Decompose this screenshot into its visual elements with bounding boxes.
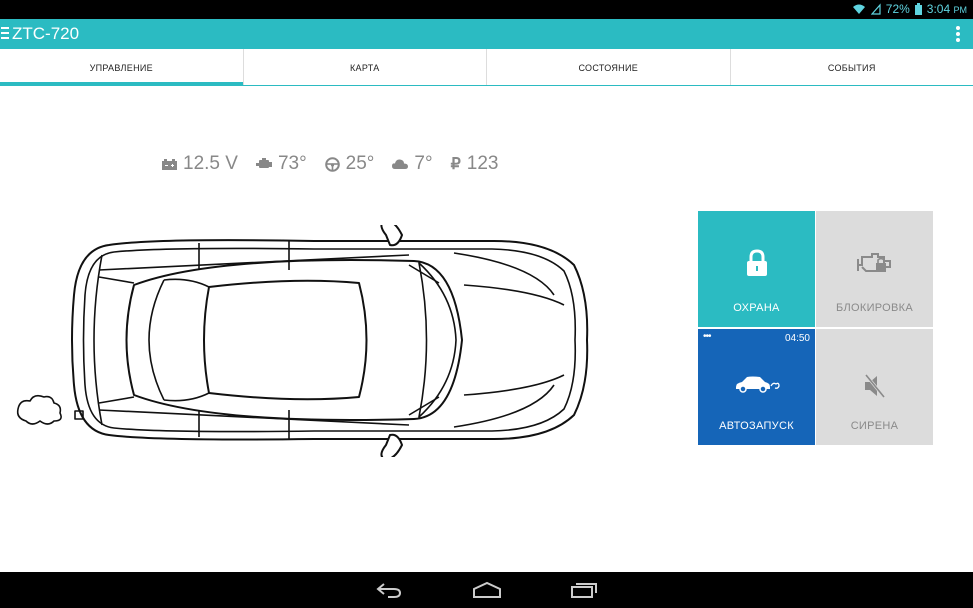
tab-bar: УПРАВЛЕНИЕ КАРТА СОСТОЯНИЕ СОБЫТИЯ: [0, 49, 973, 86]
tab-map[interactable]: КАРТА: [244, 49, 487, 85]
voltage-stat: 12.5 V: [162, 153, 238, 175]
autostart-label: АВТОЗАПУСК: [719, 420, 794, 432]
tab-status[interactable]: СОСТОЯНИЕ: [487, 49, 731, 85]
outside-temp-value: 7°: [414, 153, 433, 174]
tab-events[interactable]: СОБЫТИЯ: [731, 49, 973, 85]
guard-label: ОХРАНА: [733, 302, 780, 314]
signal-icon: [870, 3, 881, 15]
cabin-temp-value: 25°: [345, 153, 375, 174]
guard-tile[interactable]: ОХРАНА: [698, 211, 815, 327]
engine-temp-stat: 73°: [255, 153, 307, 175]
engine-icon: [255, 158, 272, 168]
app-title: ZTC-720: [12, 24, 80, 43]
rear-window: [148, 278, 210, 402]
battery-icon: [914, 3, 922, 15]
car-body-inner: [82, 247, 577, 433]
car-roof: [203, 279, 368, 401]
autostart-tile[interactable]: ••• 04:50 АВТОЗАПУСК: [698, 329, 815, 445]
siren-muted-icon: [864, 374, 885, 398]
windshield: [418, 262, 457, 418]
car-exhaust-icon: [735, 376, 780, 393]
outside-temp-stat: 7°: [392, 153, 433, 175]
siren-tile[interactable]: СИРЕНА: [816, 329, 933, 445]
balance-value: 123: [466, 153, 499, 174]
home-icon[interactable]: [472, 581, 502, 599]
steering-wheel-icon: [324, 156, 340, 172]
system-nav-bar: [0, 572, 973, 608]
back-icon[interactable]: [376, 581, 402, 599]
autostart-menu-dots[interactable]: •••: [703, 331, 711, 342]
car-cabin: [125, 259, 463, 421]
engine-temp-value: 73°: [277, 153, 307, 174]
exhaust-smoke: [16, 394, 62, 425]
engine-lock-icon: [856, 253, 891, 272]
siren-label: СИРЕНА: [850, 420, 899, 432]
tab-control[interactable]: УПРАВЛЕНИЕ: [0, 49, 244, 86]
balance-stat: ₽ 123: [451, 153, 499, 175]
cloud-icon: [392, 158, 409, 169]
overflow-icon[interactable]: [956, 26, 960, 42]
recent-apps-icon[interactable]: [570, 581, 598, 599]
telemetry-row: 12.5 V 73° 25° 7° ₽ 123: [162, 153, 498, 175]
status-bar: 72% 3:04 PM: [0, 0, 973, 19]
mirror-left: [380, 225, 403, 247]
clock: 3:04 PM: [926, 2, 967, 16]
menu-icon[interactable]: [1, 27, 9, 39]
autostart-timer: 04:50: [784, 333, 810, 344]
car-top-view: [16, 225, 589, 457]
block-tile[interactable]: БЛОКИРОВКА: [816, 211, 933, 327]
lock-icon: [746, 249, 767, 276]
battery-icon: [162, 159, 177, 170]
control-tiles: ОХРАНА БЛОКИРОВКА ••• 04:50 АВТОЗАПУСК С…: [698, 211, 933, 445]
cabin-temp-stat: 25°: [324, 153, 375, 175]
wifi-icon: [852, 4, 865, 14]
block-label: БЛОКИРОВКА: [835, 302, 914, 314]
app-bar: ZTC-720: [0, 19, 973, 49]
voltage-value: 12.5 V: [183, 153, 238, 174]
ruble-icon: ₽: [450, 156, 461, 173]
battery-percent: 72%: [885, 2, 910, 16]
